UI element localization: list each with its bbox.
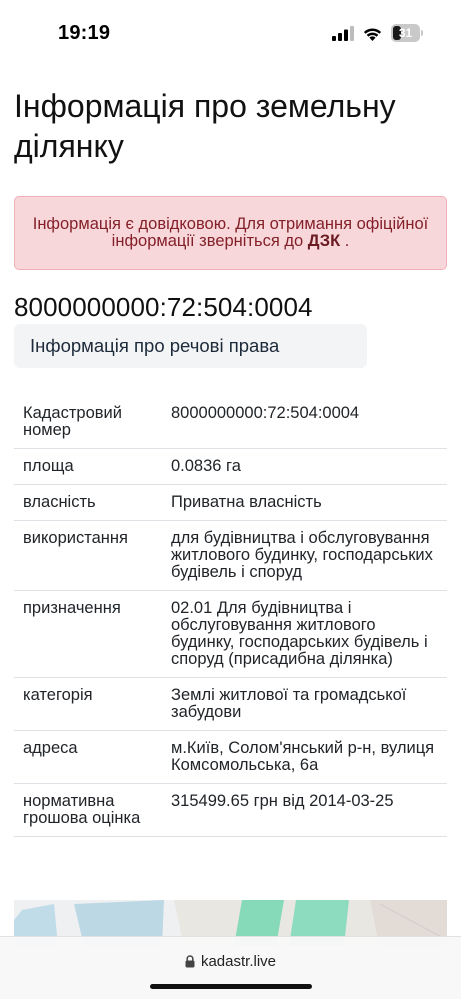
table-row: Кадастровий номер 8000000000:72:504:0004 (14, 396, 447, 449)
battery-level: 31 (398, 26, 413, 40)
cellular-signal-icon (332, 25, 354, 41)
page-title: Інформація про земельну ділянку (14, 88, 396, 164)
status-bar: 19:19 31 (0, 0, 461, 66)
url-text: kadastr.live (200, 953, 277, 970)
row-key: власність (14, 484, 162, 521)
row-value: Землі житлової та громадської забудови (162, 677, 447, 731)
row-key: використання (14, 520, 162, 591)
row-value: 0.0836 га (162, 448, 447, 485)
wifi-icon (363, 28, 382, 41)
address-bar[interactable]: kadastr.live (0, 953, 461, 970)
row-value: для будівництва і обслуговування житлово… (162, 520, 447, 591)
battery-icon: 31 (391, 24, 423, 42)
alert-text-end: . (340, 232, 350, 250)
browser-bar: kadastr.live (0, 936, 461, 999)
cadastral-number-heading: 8000000000:72:504:0004 (14, 292, 313, 322)
status-time: 19:19 (58, 22, 111, 44)
table-row: призначення 02.01 Для будівництва і обслу… (14, 590, 447, 678)
property-rights-button[interactable]: Інформація про речові права (14, 324, 367, 368)
row-key: адреса (14, 730, 162, 784)
table-row: адреса м.Київ, Солом'янський р-н, вулиця … (14, 730, 447, 784)
info-alert: Інформація є довідковою. Для отримання о… (14, 196, 447, 270)
dzk-link[interactable]: ДЗК (308, 232, 340, 250)
alert-text: Інформація є довідковою. Для отримання о… (32, 215, 429, 250)
row-key: призначення (14, 590, 162, 678)
row-key: площа (14, 448, 162, 485)
table-row: власність Приватна власність (14, 484, 447, 521)
row-key: нормативна грошова оцінка (14, 783, 162, 837)
home-indicator[interactable] (150, 984, 312, 989)
table-row: нормативна грошова оцінка 315499.65 грн в… (14, 783, 447, 837)
parcel-info-table: Кадастровий номер 8000000000:72:504:0004 п… (14, 396, 447, 837)
table-row: площа 0.0836 га (14, 448, 447, 485)
row-value: м.Київ, Солом'янський р-н, вулиця Комсом… (162, 730, 447, 784)
lock-icon (185, 955, 195, 968)
row-key: Кадастровий номер (14, 396, 162, 449)
table-row: категорія Землі житлової та громадської з… (14, 677, 447, 731)
row-value: 02.01 Для будівництва і обслуговування ж… (162, 590, 447, 678)
row-value: 315499.65 грн від 2014-03-25 (162, 783, 447, 837)
row-value: Приватна власність (162, 484, 447, 521)
row-value: 8000000000:72:504:0004 (162, 396, 447, 449)
status-icons: 31 (332, 24, 423, 42)
table-row: використання для будівництва і обслуговув… (14, 520, 447, 591)
row-key: категорія (14, 677, 162, 731)
